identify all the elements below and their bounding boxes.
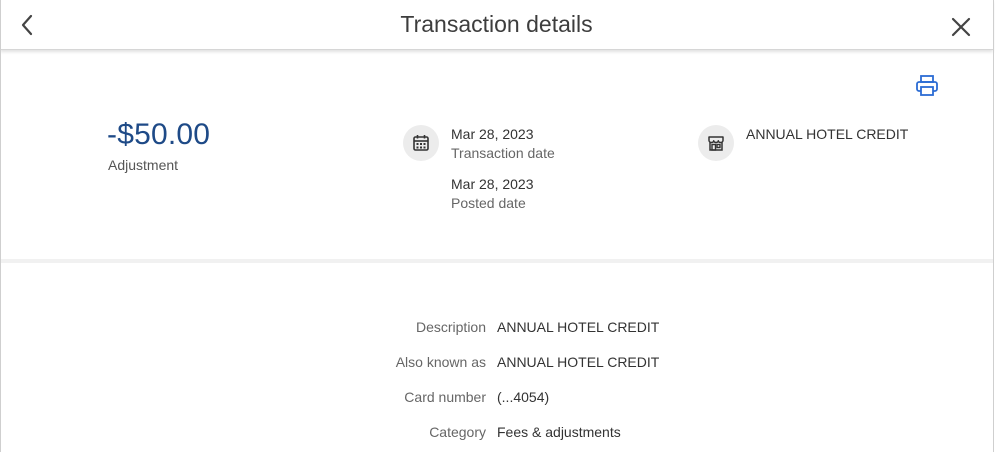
storefront-icon (708, 136, 724, 151)
transaction-amount: -$50.00 (107, 118, 211, 151)
detail-value: Fees & adjustments (497, 424, 621, 440)
page-title: Transaction details (400, 11, 593, 37)
section-divider (1, 259, 993, 263)
dialog-header: Transaction details (0, 0, 993, 50)
printer-icon (916, 75, 938, 96)
close-icon (951, 17, 971, 37)
merchant-badge (698, 125, 734, 161)
close-button[interactable] (948, 14, 974, 40)
window-border-right (993, 0, 994, 452)
posted-date-label: Posted date (451, 195, 526, 211)
detail-value: ANNUAL HOTEL CREDIT (497, 319, 660, 335)
calendar-icon (413, 135, 429, 151)
window-border-left (0, 0, 1, 452)
calendar-badge (403, 125, 439, 161)
detail-label: Card number (404, 389, 486, 405)
transaction-date-label: Transaction date (451, 145, 555, 161)
detail-label: Also known as (395, 354, 486, 370)
detail-value: (...4054) (497, 389, 550, 405)
transaction-date: Mar 28, 2023 (451, 126, 534, 142)
posted-date: Mar 28, 2023 (451, 176, 534, 192)
detail-label: Category (429, 424, 486, 440)
print-button[interactable] (914, 74, 940, 98)
detail-label: Description (415, 319, 486, 335)
transaction-type: Adjustment (108, 157, 179, 173)
merchant-name: ANNUAL HOTEL CREDIT (746, 126, 909, 142)
detail-value: ANNUAL HOTEL CREDIT (497, 354, 660, 370)
